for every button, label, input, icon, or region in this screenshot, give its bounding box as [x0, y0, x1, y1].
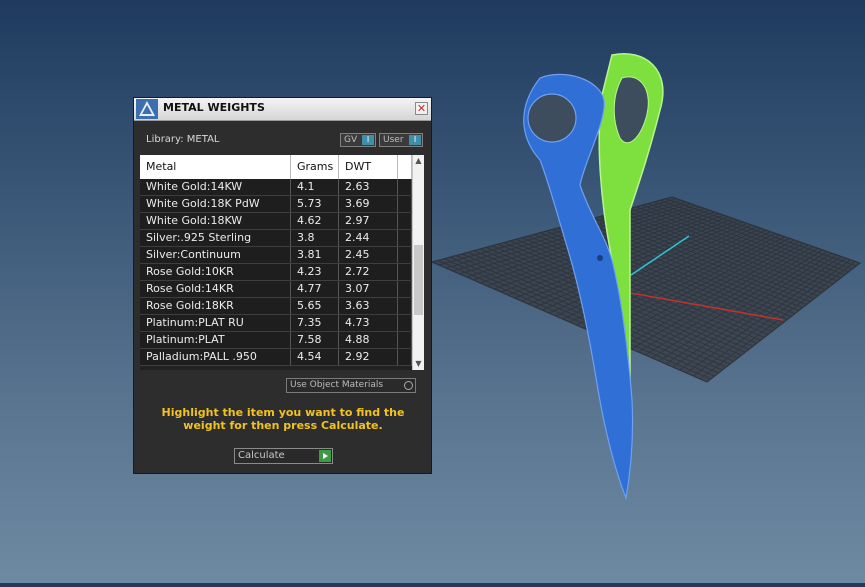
table-row[interactable]: Platinum:PLAT RU 7.35 4.73	[140, 315, 412, 332]
dwt-cell: 3.69	[339, 196, 398, 212]
table-row[interactable]: Silver:Continuum 3.81 2.45	[140, 247, 412, 264]
dwt-cell: 2.63	[339, 179, 398, 195]
table-row[interactable]: Rose Gold:10KR 4.23 2.72	[140, 264, 412, 281]
dwt-cell: 2.92	[339, 349, 398, 365]
grams-cell: 3.81	[291, 247, 339, 263]
table-body: White Gold:14KW 4.1 2.63 White Gold:18K PdW…	[140, 179, 412, 366]
close-button[interactable]: ✕	[415, 102, 428, 115]
table-row[interactable]: White Gold:14KW 4.1 2.63	[140, 179, 412, 196]
radio-icon	[404, 381, 413, 390]
gv-toggle[interactable]: GV I	[340, 133, 376, 147]
spacer-cell	[398, 179, 412, 195]
library-label: Library: METAL	[146, 134, 220, 145]
table-scrollbar[interactable]: ▲ ▼	[412, 155, 424, 370]
spacer-cell	[398, 349, 412, 365]
metal-cell: Platinum:PLAT	[140, 332, 291, 348]
metal-table[interactable]: Metal Grams DWT White Gold:14KW 4.1 2.63 Wh…	[140, 155, 424, 370]
dwt-cell: 2.44	[339, 230, 398, 246]
dwt-cell: 2.45	[339, 247, 398, 263]
gv-toggle-label: GV	[344, 135, 358, 145]
grams-cell: 4.77	[291, 281, 339, 297]
dwt-cell: 4.88	[339, 332, 398, 348]
dwt-cell: 4.73	[339, 315, 398, 331]
use-object-materials-label: Use Object Materials	[290, 380, 384, 390]
spacer-cell	[398, 196, 412, 212]
spacer-cell	[398, 298, 412, 314]
dialog-title: METAL WEIGHTS	[163, 101, 265, 114]
dwt-cell: 2.97	[339, 213, 398, 229]
user-toggle[interactable]: User I	[379, 133, 423, 147]
use-object-materials-toggle[interactable]: Use Object Materials	[286, 378, 416, 393]
grams-cell: 5.65	[291, 298, 339, 314]
metal-cell: Rose Gold:10KR	[140, 264, 291, 280]
spacer-cell	[398, 230, 412, 246]
spacer-cell	[398, 264, 412, 280]
table-row[interactable]: Silver:.925 Sterling 3.8 2.44	[140, 230, 412, 247]
instructions-text: Highlight the item you want to find the …	[161, 406, 405, 432]
metal-cell: Palladium:PALL .950	[140, 349, 291, 365]
viewport-scene	[430, 53, 862, 501]
grams-cell: 4.1	[291, 179, 339, 195]
grams-cell: 5.73	[291, 196, 339, 212]
dialog-titlebar[interactable]: METAL WEIGHTS ✕	[134, 98, 431, 121]
toggle-knob-icon: I	[409, 135, 421, 145]
close-icon: ✕	[416, 102, 427, 115]
3d-viewport[interactable]	[0, 0, 865, 583]
spacer-cell	[398, 315, 412, 331]
column-header-metal[interactable]: Metal	[140, 155, 291, 179]
column-header-dwt[interactable]: DWT	[339, 155, 398, 179]
column-header-grams[interactable]: Grams	[291, 155, 339, 179]
grams-cell: 4.62	[291, 213, 339, 229]
metal-weights-dialog: METAL WEIGHTS ✕ Library: METAL GV I User…	[133, 97, 432, 474]
table-row[interactable]: Palladium:PALL .950 4.54 2.92	[140, 349, 412, 366]
metal-cell: Silver:Continuum	[140, 247, 291, 263]
grams-cell: 3.8	[291, 230, 339, 246]
dwt-cell: 3.07	[339, 281, 398, 297]
table-row[interactable]: White Gold:18KW 4.62 2.97	[140, 213, 412, 230]
grams-cell: 4.54	[291, 349, 339, 365]
dwt-cell: 3.63	[339, 298, 398, 314]
table-row[interactable]: Platinum:PLAT 7.58 4.88	[140, 332, 412, 349]
metal-cell: White Gold:14KW	[140, 179, 291, 195]
table-row[interactable]: White Gold:18K PdW 5.73 3.69	[140, 196, 412, 213]
app-logo-icon	[136, 99, 158, 119]
scroll-thumb[interactable]	[414, 245, 423, 315]
toggle-knob-icon: I	[362, 135, 374, 145]
play-icon	[319, 450, 331, 462]
table-row[interactable]: Rose Gold:18KR 5.65 3.63	[140, 298, 412, 315]
dwt-cell: 2.72	[339, 264, 398, 280]
metal-cell: Platinum:PLAT RU	[140, 315, 291, 331]
metal-cell: White Gold:18K PdW	[140, 196, 291, 212]
chevron-up-icon[interactable]: ▲	[413, 155, 424, 167]
user-toggle-label: User	[383, 135, 404, 145]
grid-floor	[430, 196, 862, 383]
spacer-cell	[398, 332, 412, 348]
spacer-cell	[398, 247, 412, 263]
spacer-cell	[398, 213, 412, 229]
chevron-down-icon[interactable]: ▼	[413, 358, 424, 370]
spacer-cell	[398, 281, 412, 297]
grams-cell: 7.35	[291, 315, 339, 331]
column-header-spacer	[398, 155, 412, 179]
calculate-button[interactable]: Calculate	[234, 448, 333, 464]
metal-cell: White Gold:18KW	[140, 213, 291, 229]
table-row[interactable]: Rose Gold:14KR 4.77 3.07	[140, 281, 412, 298]
metal-cell: Silver:.925 Sterling	[140, 230, 291, 246]
calculate-label: Calculate	[238, 450, 285, 461]
metal-cell: Rose Gold:14KR	[140, 281, 291, 297]
table-header: Metal Grams DWT	[140, 155, 412, 179]
grams-cell: 4.23	[291, 264, 339, 280]
metal-cell: Rose Gold:18KR	[140, 298, 291, 314]
grams-cell: 7.58	[291, 332, 339, 348]
